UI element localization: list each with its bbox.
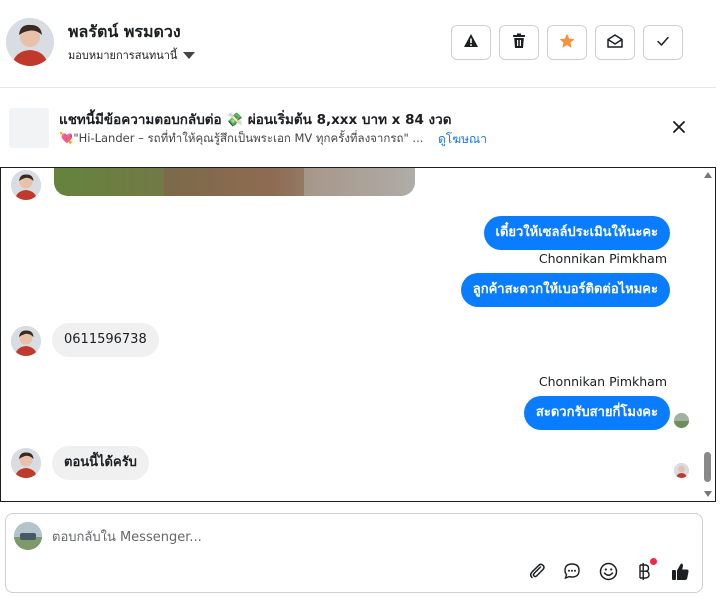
incoming-message[interactable]: ตอนนี้ได้ครับ: [52, 446, 149, 480]
smiley-icon: [599, 562, 618, 585]
like-button[interactable]: [669, 562, 691, 584]
emoji-button[interactable]: [597, 562, 619, 584]
message-scrollbar[interactable]: [701, 170, 713, 497]
close-banner-button[interactable]: [669, 117, 689, 137]
contact-avatar-small: [11, 170, 41, 200]
notification-dot: [650, 558, 657, 565]
close-icon: [669, 121, 689, 141]
outgoing-message[interactable]: ลูกค้าสะดวกให้เบอร์ติดต่อไหมคะ: [460, 273, 670, 307]
view-ad-link[interactable]: ดูโฆษณา: [438, 130, 487, 149]
read-receipt-avatar: [674, 463, 689, 478]
paperclip-icon: [528, 562, 546, 584]
image-message[interactable]: [54, 168, 415, 196]
seen-indicator-avatar: [674, 413, 689, 428]
contact-name: พลรัตน์ พรมดวง: [68, 22, 181, 41]
ad-reply-banner: แชทนี้มีข้อความตอบกลับต่อ 💸 ผ่อนเริ่มต้น…: [0, 89, 716, 167]
message-composer: [5, 513, 703, 593]
saved-replies-button[interactable]: [561, 562, 583, 584]
baht-icon: [637, 562, 651, 585]
thumbs-up-icon: [671, 562, 690, 585]
page-avatar: [14, 522, 42, 550]
report-button[interactable]: [451, 25, 491, 60]
outgoing-message[interactable]: สะดวกรับสายกี่โมงคะ: [523, 396, 670, 430]
attach-button[interactable]: [526, 562, 548, 584]
trash-icon: [512, 33, 526, 53]
warning-icon: [463, 33, 479, 53]
contact-avatar-small: [11, 448, 41, 478]
scroll-up-arrow-icon[interactable]: [704, 172, 712, 178]
mark-done-button[interactable]: [643, 25, 683, 60]
contact-avatar[interactable]: [6, 18, 54, 66]
envelope-open-icon: [607, 33, 623, 53]
sender-name: Chonnikan Pimkham: [538, 251, 667, 266]
ad-thumbnail: [9, 108, 49, 148]
contact-avatar-small: [11, 326, 41, 356]
message-thread[interactable]: เดี๋ยวให้เซลล์ประเมินให้นะคะ Chonnikan P…: [0, 167, 716, 502]
mark-unread-button[interactable]: [595, 25, 635, 60]
ad-title: แชทนี้มีข้อความตอบกลับต่อ 💸 ผ่อนเริ่มต้น…: [59, 112, 452, 128]
assign-label: มอบหมายการสนทนานี้: [68, 49, 178, 62]
outgoing-message[interactable]: เดี๋ยวให้เซลล์ประเมินให้นะคะ: [483, 216, 670, 250]
ad-subtitle: 💘"Hi-Lander – รถที่ทำให้คุณรู้สึกเป็นพระ…: [59, 131, 424, 145]
check-icon: [655, 33, 671, 53]
scroll-down-arrow-icon[interactable]: [704, 491, 712, 497]
chevron-down-icon: [183, 51, 196, 59]
chat-bubble-icon: [563, 562, 581, 584]
reply-input[interactable]: [52, 526, 652, 548]
conversation-header: พลรัตน์ พรมดวง มอบหมายการสนทนานี้: [0, 0, 716, 88]
assign-conversation-dropdown[interactable]: มอบหมายการสนทนานี้: [68, 46, 196, 64]
delete-button[interactable]: [499, 25, 539, 60]
star-icon: [559, 33, 575, 53]
sender-name: Chonnikan Pimkham: [538, 374, 667, 389]
star-button[interactable]: [547, 25, 587, 60]
incoming-message[interactable]: 0611596738: [52, 323, 159, 357]
payment-button[interactable]: [633, 562, 655, 584]
scroll-thumb[interactable]: [704, 452, 711, 482]
